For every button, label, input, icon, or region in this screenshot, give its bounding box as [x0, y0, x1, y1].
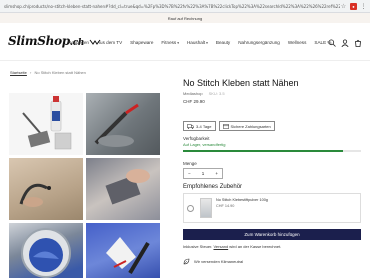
nav-item-nahrung[interactable]: Nahrungsergänzung	[238, 40, 280, 45]
nav-item-fitness[interactable]: Fitness ▾	[161, 40, 179, 45]
product-image-2[interactable]	[86, 93, 160, 155]
site-header: SlimShop.ch Neuheiten Aus dem TV Shapewa…	[0, 27, 370, 61]
product-sku: SKU: 3.5	[208, 91, 225, 96]
product-vendor[interactable]: Mediashop	[183, 91, 203, 96]
tax-note-prefix: Inklusive Steuer.	[183, 244, 213, 249]
product-image-6[interactable]	[86, 223, 160, 278]
nav-label: Beauty	[215, 40, 231, 45]
truck-icon	[187, 123, 194, 129]
tax-note: Inklusive Steuer. Versand wird an der Ka…	[183, 244, 281, 249]
promo-text: Rauf auf Rechnung	[167, 15, 203, 21]
recommended-heading: Empfohlenes Zubehör	[183, 184, 243, 190]
product-meta: Mediashop SKU: 3.5	[183, 91, 363, 96]
recommended-item: No Stitch Klebestiftpulver 100g CHF 14.9…	[183, 193, 361, 223]
payment-chip: Sichere Zahlungsarten	[218, 121, 275, 131]
delivery-chip: 3-4 Tage	[183, 121, 216, 131]
tax-note-suffix: wird an der Kasse berechnet.	[229, 244, 282, 249]
nav-label: Neuheiten	[68, 40, 89, 45]
nav-label: Shapeware	[130, 40, 154, 45]
nav-item-neuheiten[interactable]: Neuheiten	[68, 40, 89, 45]
chevron-down-icon: ▾	[206, 40, 208, 45]
recommended-checkbox[interactable]	[187, 205, 194, 212]
breadcrumb-home[interactable]: Startseite	[10, 70, 27, 75]
breadcrumb-separator: ›	[30, 70, 32, 75]
add-to-cart-button[interactable]: Zum Warenkorb hinzufügen	[183, 229, 361, 240]
breadcrumb-current: No Stitch Kleben statt Nähen	[34, 70, 86, 75]
nav-item-beauty[interactable]: Beauty	[216, 40, 230, 45]
chevron-down-icon: ▾	[177, 40, 179, 45]
search-icon[interactable]	[328, 39, 336, 47]
availability-bar	[183, 150, 361, 152]
promo-bar: Rauf auf Rechnung	[0, 13, 370, 23]
climate-shipping: Wir versenden Klimaneutral	[183, 258, 243, 265]
main-nav: Neuheiten Aus dem TV Shapeware Fitness ▾ …	[68, 40, 332, 45]
product-image-1[interactable]	[9, 93, 83, 155]
info-chips: 3-4 Tage Sichere Zahlungsarten	[183, 121, 275, 131]
nav-item-wellness[interactable]: Wellness	[288, 40, 307, 45]
nav-label: Fitness	[161, 40, 177, 45]
logo-main: SlimShop	[8, 34, 70, 48]
shipping-text: Wir versenden Klimaneutral	[194, 259, 244, 264]
quantity-label: Menge	[183, 161, 197, 166]
star-icon[interactable]: ☆	[340, 3, 347, 10]
delivery-label: 3-4 Tage	[196, 123, 212, 129]
payment-label: Sichere Zahlungsarten	[230, 123, 271, 129]
product-image-4[interactable]	[86, 158, 160, 220]
quantity-stepper: − 1 +	[183, 168, 223, 179]
leaf-icon	[183, 258, 190, 265]
availability-value: Auf Lager, versandfertig	[183, 142, 226, 147]
recommended-thumbnail[interactable]	[200, 198, 212, 218]
product-image-5[interactable]	[9, 223, 83, 278]
product-title: No Stitch Kleben statt Nähen	[183, 78, 299, 88]
card-icon	[222, 123, 229, 129]
nav-label: Haushalt	[186, 40, 206, 45]
nav-label: Nahrungsergänzung	[238, 40, 280, 45]
product-gallery	[9, 93, 160, 278]
menu-dots-icon[interactable]: ⋮	[360, 3, 367, 10]
recommended-price: CHF 14.90	[216, 204, 235, 208]
availability-label: Verfügbarkeit	[183, 136, 210, 141]
quantity-minus-button[interactable]: −	[188, 171, 191, 176]
url-text[interactable]: slimshop.ch/products/no-stitch-kleben-st…	[0, 4, 340, 9]
product-image-3[interactable]	[9, 158, 83, 220]
extension-icon[interactable]: ●	[350, 2, 357, 10]
product-info: No Stitch Kleben statt Nähen Mediashop SK…	[183, 78, 363, 265]
nav-item-haushalt[interactable]: Haushalt ▾	[187, 40, 208, 45]
availability-bar-fill	[183, 150, 344, 152]
recommended-name[interactable]: No Stitch Klebestiftpulver 100g	[216, 198, 268, 202]
cart-icon[interactable]	[354, 39, 362, 47]
breadcrumb: Startseite › No Stitch Kleben statt Nähe…	[10, 70, 86, 75]
account-icon[interactable]	[341, 39, 349, 47]
quantity-plus-button[interactable]: +	[215, 171, 218, 176]
nav-label: Wellness	[287, 40, 307, 45]
nav-item-shapeware[interactable]: Shapeware	[130, 40, 153, 45]
browser-address-bar: slimshop.ch/products/no-stitch-kleben-st…	[0, 0, 370, 13]
header-icons	[328, 39, 362, 47]
shipping-link[interactable]: Versand	[213, 244, 228, 249]
nav-item-tv[interactable]: Aus dem TV	[97, 40, 122, 45]
nav-label: Aus dem TV	[96, 40, 123, 45]
quantity-value[interactable]: 1	[202, 171, 205, 176]
product-price: CHF 29.90	[183, 99, 205, 104]
